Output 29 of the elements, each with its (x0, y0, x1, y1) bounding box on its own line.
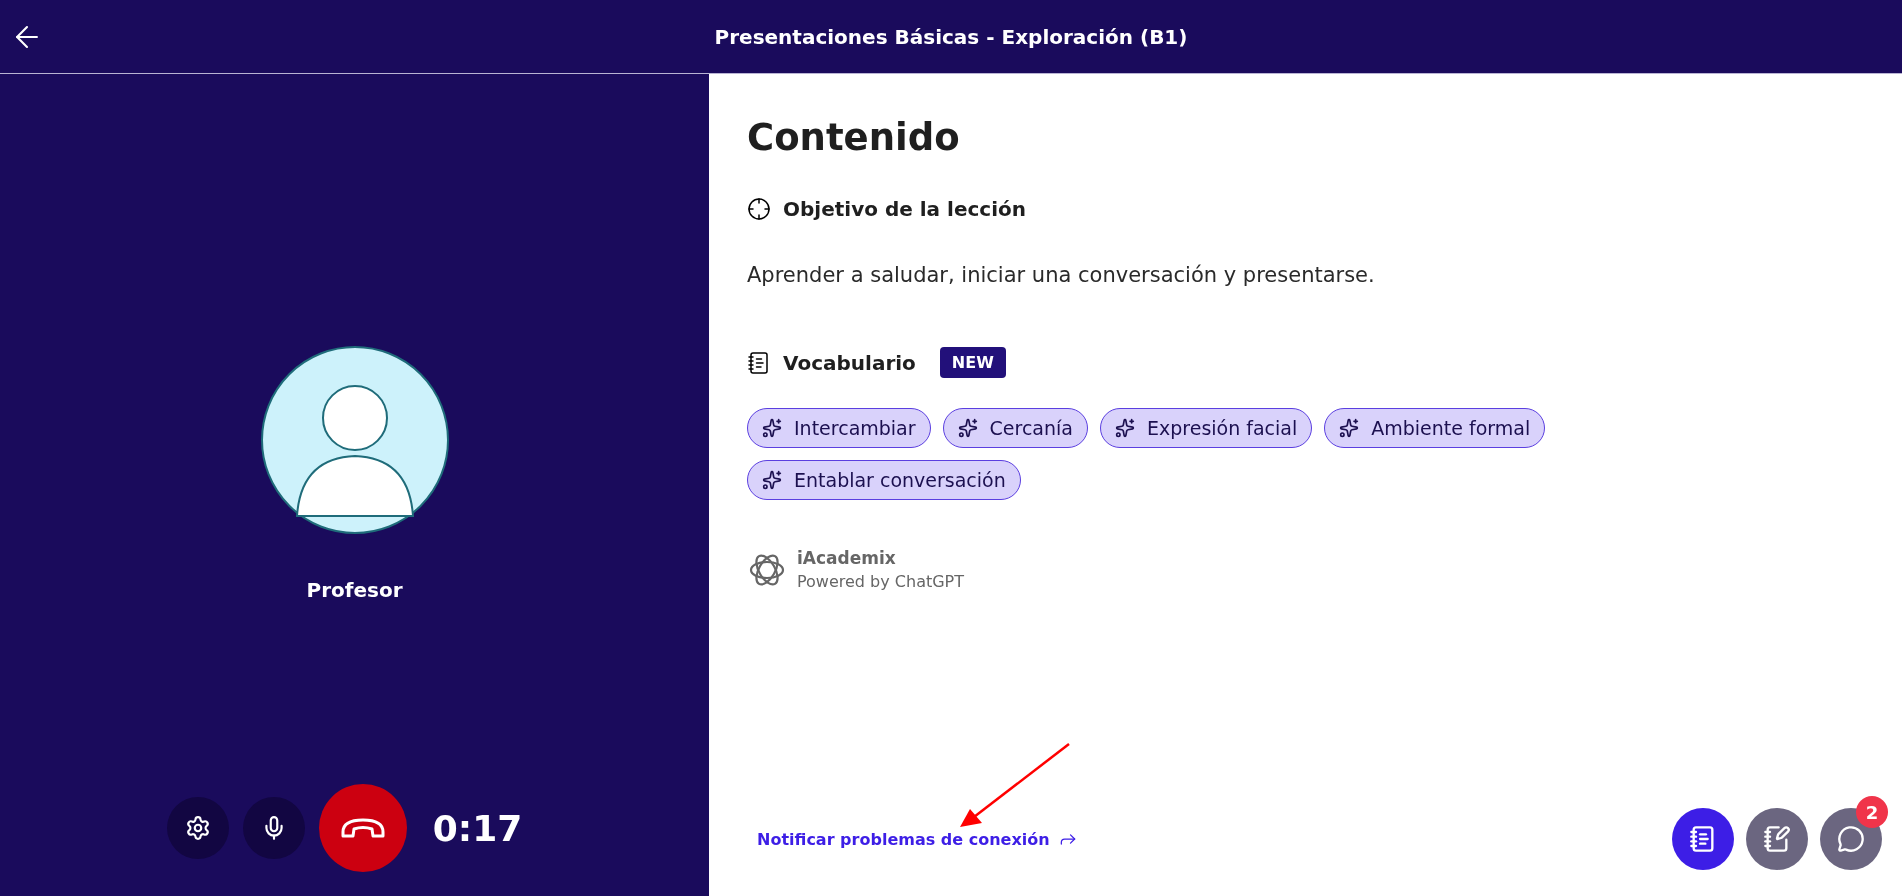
sparkles-icon (762, 470, 782, 490)
vocabulary-chip[interactable]: Expresión facial (1100, 408, 1313, 448)
lesson-title: Presentaciones Básicas - Exploración (B1) (714, 24, 1188, 49)
content-heading: Contenido (747, 116, 961, 159)
report-link[interactable]: Notificar problemas de conexión (757, 829, 1078, 849)
sparkles-icon (957, 418, 978, 438)
sparkles-icon (1115, 418, 1135, 438)
target-icon (747, 197, 771, 221)
new-badge: NEW (939, 347, 1006, 378)
phone-icon (340, 818, 385, 838)
vocabulary-chip[interactable]: Intercambiar (747, 408, 931, 448)
chat-bubble-icon (1837, 825, 1865, 853)
section-heading: Objetivo de la lección (783, 197, 1027, 221)
assistant-name: iAcademix (797, 548, 897, 568)
sparkles-icon (1339, 418, 1360, 438)
vocabulary-chip[interactable]: Ambiente formal (1324, 408, 1546, 448)
section-heading: Vocabulario (783, 350, 916, 375)
settings-icon (184, 815, 211, 841)
sparkles-icon (762, 418, 782, 438)
objective-text: Aprender a saludar, iniciar una conversación y presentarse. (747, 263, 1376, 287)
assistant-subtitle: Powered by ChatGPT (797, 572, 965, 591)
vocabulary-chip[interactable]: Entablar conversación (747, 460, 1021, 500)
vocabulary-chip[interactable]: Cercanía (942, 408, 1088, 448)
participant-name: Profesor (306, 578, 403, 602)
call-timer: 0:17 (432, 807, 523, 849)
edit-document-icon (1763, 825, 1791, 853)
unread-count: 2 (1856, 796, 1888, 828)
notebook-icon (747, 350, 771, 375)
notebook-icon (1689, 825, 1717, 853)
